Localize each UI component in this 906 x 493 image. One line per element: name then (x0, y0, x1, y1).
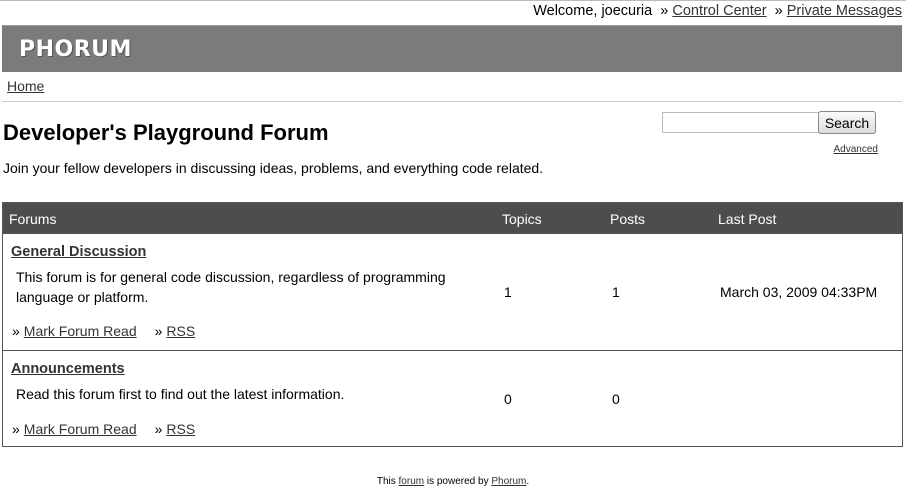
posts-count: 0 (612, 391, 620, 407)
topics-count: 1 (504, 284, 512, 300)
mark-forum-read-link[interactable]: Mark Forum Read (24, 323, 137, 339)
link-prefix: » (12, 323, 20, 339)
search-button[interactable]: Search (818, 111, 876, 134)
link-prefix: » (154, 323, 163, 339)
advanced-search-link[interactable]: Advanced (834, 144, 878, 155)
footer: This forum is powered by Phorum. (0, 476, 906, 487)
control-center-link[interactable]: Control Center (672, 3, 766, 19)
footer-forum-link[interactable]: forum (399, 476, 425, 487)
header-forums: Forums (9, 211, 57, 227)
forum-row: General Discussion This forum is for gen… (3, 233, 902, 350)
last-post-date: March 03, 2009 04:33PM (720, 284, 878, 300)
topics-count: 0 (504, 391, 512, 407)
mark-forum-read-link[interactable]: Mark Forum Read (24, 421, 137, 437)
user-bar: Welcome, joecuria » Control Center » Priva… (533, 3, 902, 19)
footer-middle: is powered by (426, 476, 489, 487)
breadcrumb-home-link[interactable]: Home (7, 78, 44, 94)
header-banner: PHORUM (2, 25, 902, 72)
forum-name-link[interactable]: General Discussion (11, 244, 146, 260)
rss-link[interactable]: RSS (166, 421, 195, 437)
posts-count: 1 (612, 284, 620, 300)
top-rule (0, 0, 906, 1)
forum-table: Forums Topics Posts Last Post General Di… (2, 202, 903, 447)
footer-phorum-link[interactable]: Phorum (491, 476, 526, 487)
separator: » (774, 3, 783, 19)
forum-row: Announcements Read this forum first to f… (3, 350, 902, 446)
search-input[interactable] (662, 112, 820, 133)
forum-description: This forum is for general code discussio… (16, 269, 446, 305)
separator: » (660, 3, 669, 19)
rss-link[interactable]: RSS (166, 323, 195, 339)
footer-suffix: . (526, 476, 530, 487)
header-topics: Topics (502, 211, 542, 227)
header-posts: Posts (610, 211, 646, 227)
forum-name-link[interactable]: Announcements (11, 361, 125, 377)
footer-prefix: This (376, 476, 396, 487)
welcome-text: Welcome, joecuria (533, 3, 653, 19)
divider (2, 101, 902, 102)
page-title: Developer's Playground Forum (3, 120, 329, 145)
header-last-post: Last Post (718, 211, 777, 227)
private-messages-link[interactable]: Private Messages (787, 3, 902, 19)
link-prefix: » (154, 421, 163, 437)
forum-description: Read this forum first to find out the la… (16, 386, 345, 402)
link-prefix: » (12, 421, 20, 437)
forum-actions: » Mark Forum Read» RSS (12, 421, 195, 437)
breadcrumb: Home (7, 78, 44, 94)
page-description: Join your fellow developers in discussin… (3, 160, 544, 176)
phorum-logo[interactable]: PHORUM (19, 37, 132, 62)
table-header: Forums Topics Posts Last Post (3, 203, 902, 233)
forum-actions: » Mark Forum Read» RSS (12, 323, 195, 339)
